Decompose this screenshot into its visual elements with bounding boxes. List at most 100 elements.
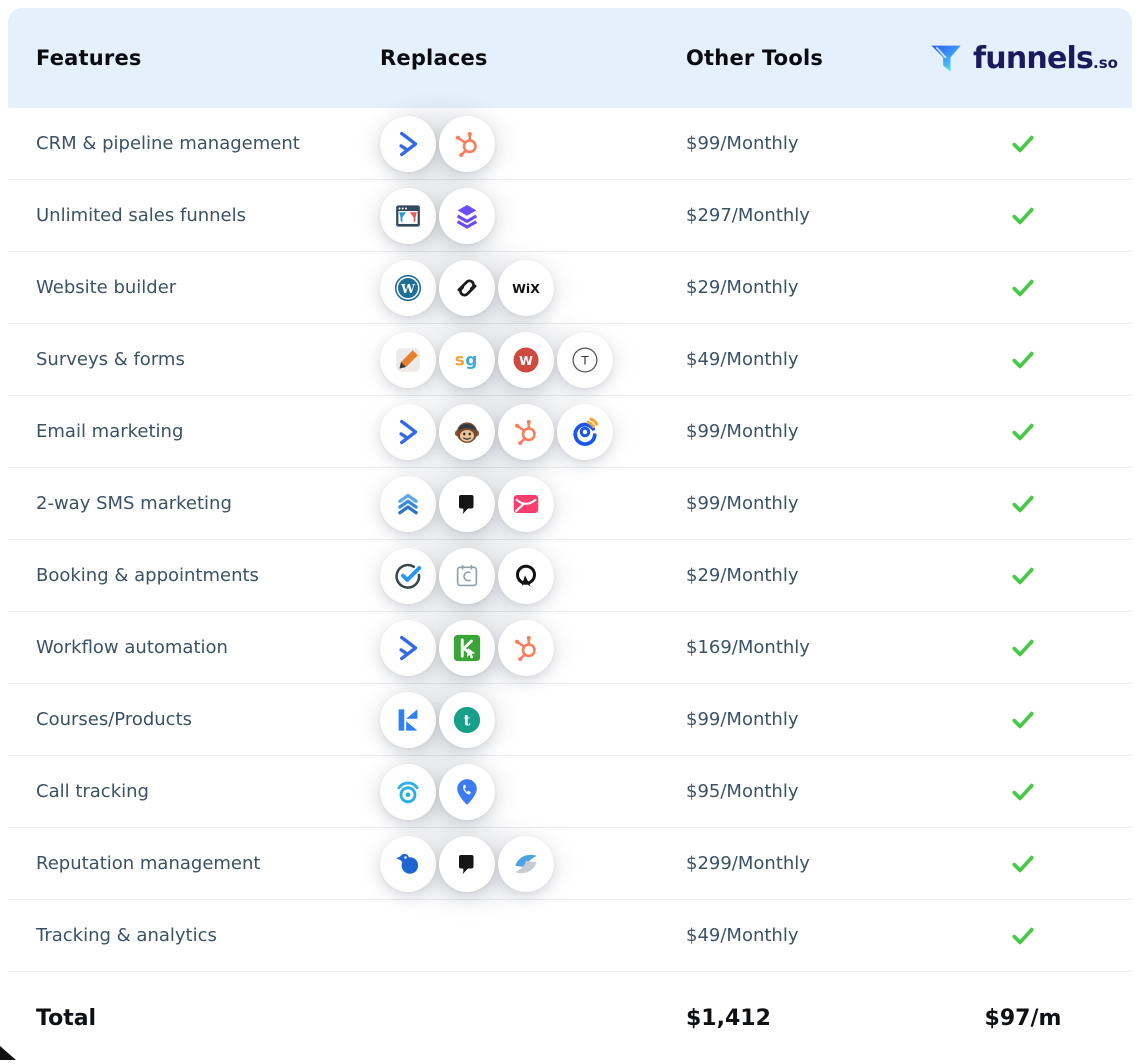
leadpages-icon xyxy=(439,188,495,244)
activecampaign-icon xyxy=(380,620,436,676)
calendar-icon xyxy=(439,548,495,604)
kajabi-icon xyxy=(380,692,436,748)
column-header-features: Features xyxy=(8,46,380,70)
column-header-replaces: Replaces xyxy=(380,46,686,70)
svg-text:W: W xyxy=(519,352,533,367)
feature-label: Unlimited sales funnels xyxy=(8,205,380,226)
other-tools-price: $29/Monthly xyxy=(686,565,914,586)
brand-logo: funnels.so xyxy=(914,40,1132,76)
svg-text:T: T xyxy=(580,353,589,367)
feature-label: Booking & appointments xyxy=(8,565,380,586)
wix-icon: WiX xyxy=(498,260,554,316)
other-tools-price: $49/Monthly xyxy=(686,925,914,946)
wufoo-icon: W xyxy=(498,332,554,388)
squarespace-icon xyxy=(439,260,495,316)
setmore-icon xyxy=(380,548,436,604)
column-header-other-tools: Other Tools xyxy=(686,46,914,70)
typeform-icon: T xyxy=(557,332,613,388)
callrail-icon xyxy=(380,764,436,820)
phone-pin-icon xyxy=(439,764,495,820)
funnel-logo-icon xyxy=(928,40,964,76)
other-tools-price: $29/Monthly xyxy=(686,277,914,298)
quote-bubble-icon xyxy=(439,476,495,532)
mail-envelope-icon xyxy=(498,476,554,532)
table-body: CRM & pipeline management $99/Monthly Unli… xyxy=(8,108,1132,972)
other-tools-price: $99/Monthly xyxy=(686,133,914,154)
teachable-icon: t xyxy=(439,692,495,748)
funnels-included xyxy=(914,922,1132,950)
funnels-included xyxy=(914,490,1132,518)
funnels-included xyxy=(914,202,1132,230)
replaced-tools xyxy=(380,548,686,604)
svg-text:WiX: WiX xyxy=(512,281,540,296)
check-icon xyxy=(1009,202,1037,230)
total-other-tools: $1,412 xyxy=(686,1006,914,1031)
funnels-included xyxy=(914,346,1132,374)
total-label: Total xyxy=(8,1006,380,1031)
other-tools-price: $299/Monthly xyxy=(686,853,914,874)
wordpress-icon: W xyxy=(380,260,436,316)
hubspot-icon xyxy=(498,404,554,460)
mailchimp-icon xyxy=(439,404,495,460)
other-tools-price: $297/Monthly xyxy=(686,205,914,226)
table-header: Features Replaces Other Tools funnels.so xyxy=(8,8,1132,108)
survey-pencil-icon xyxy=(380,332,436,388)
quote-bubble-icon xyxy=(439,836,495,892)
funnels-included xyxy=(914,850,1132,878)
table-row: Website builder W WiX $29/Monthly xyxy=(8,252,1132,324)
keap-icon xyxy=(439,620,495,676)
funnels-included xyxy=(914,634,1132,662)
feature-label: Surveys & forms xyxy=(8,349,380,370)
replaced-tools xyxy=(380,476,686,532)
table-row: Surveys & forms sg W T $49/Monthly xyxy=(8,324,1132,396)
funnels-included xyxy=(914,562,1132,590)
table-row: Workflow automation$169/Monthly xyxy=(8,612,1132,684)
feature-label: 2-way SMS marketing xyxy=(8,493,380,514)
table-row: Call tracking $95/Monthly xyxy=(8,756,1132,828)
table-row: Booking & appointments $29/Monthly xyxy=(8,540,1132,612)
feature-label: Email marketing xyxy=(8,421,380,442)
check-icon xyxy=(1009,778,1037,806)
feature-label: Reputation management xyxy=(8,853,380,874)
surveygizmo-icon: sg xyxy=(439,332,495,388)
clickfunnels-icon xyxy=(380,188,436,244)
replaced-tools: W WiX xyxy=(380,260,686,316)
svg-text:W: W xyxy=(400,280,416,295)
other-tools-price: $99/Monthly xyxy=(686,709,914,730)
feature-label: Call tracking xyxy=(8,781,380,802)
constant-contact-icon xyxy=(557,404,613,460)
other-tools-price: $99/Monthly xyxy=(686,421,914,442)
other-tools-price: $95/Monthly xyxy=(686,781,914,802)
check-icon xyxy=(1009,346,1037,374)
funnels-included xyxy=(914,418,1132,446)
brand-name: funnels xyxy=(973,41,1093,76)
feature-label: CRM & pipeline management xyxy=(8,133,380,154)
feature-label: Courses/Products xyxy=(8,709,380,730)
table-row: Courses/Products t $99/Monthly xyxy=(8,684,1132,756)
funnels-included xyxy=(914,706,1132,734)
sms-chevrons-icon xyxy=(380,476,436,532)
activecampaign-icon xyxy=(380,116,436,172)
brand-tld: .so xyxy=(1093,54,1118,72)
replaced-tools xyxy=(380,620,686,676)
funnels-included xyxy=(914,778,1132,806)
acuity-icon xyxy=(498,548,554,604)
hubspot-icon xyxy=(498,620,554,676)
table-row: 2-way SMS marketing$99/Monthly xyxy=(8,468,1132,540)
other-tools-price: $49/Monthly xyxy=(686,349,914,370)
check-icon xyxy=(1009,274,1037,302)
replaced-tools xyxy=(380,764,686,820)
total-row: Total $1,412 $97/m xyxy=(8,972,1132,1064)
feature-label: Tracking & analytics xyxy=(8,925,380,946)
other-tools-price: $169/Monthly xyxy=(686,637,914,658)
check-icon xyxy=(1009,562,1037,590)
check-icon xyxy=(1009,418,1037,446)
svg-text:g: g xyxy=(465,349,477,369)
svg-text:t: t xyxy=(464,711,471,729)
swirl-icon xyxy=(498,836,554,892)
replaced-tools xyxy=(380,116,686,172)
replaced-tools xyxy=(380,188,686,244)
feature-label: Website builder xyxy=(8,277,380,298)
check-icon xyxy=(1009,634,1037,662)
mouse-cursor xyxy=(0,1044,16,1060)
